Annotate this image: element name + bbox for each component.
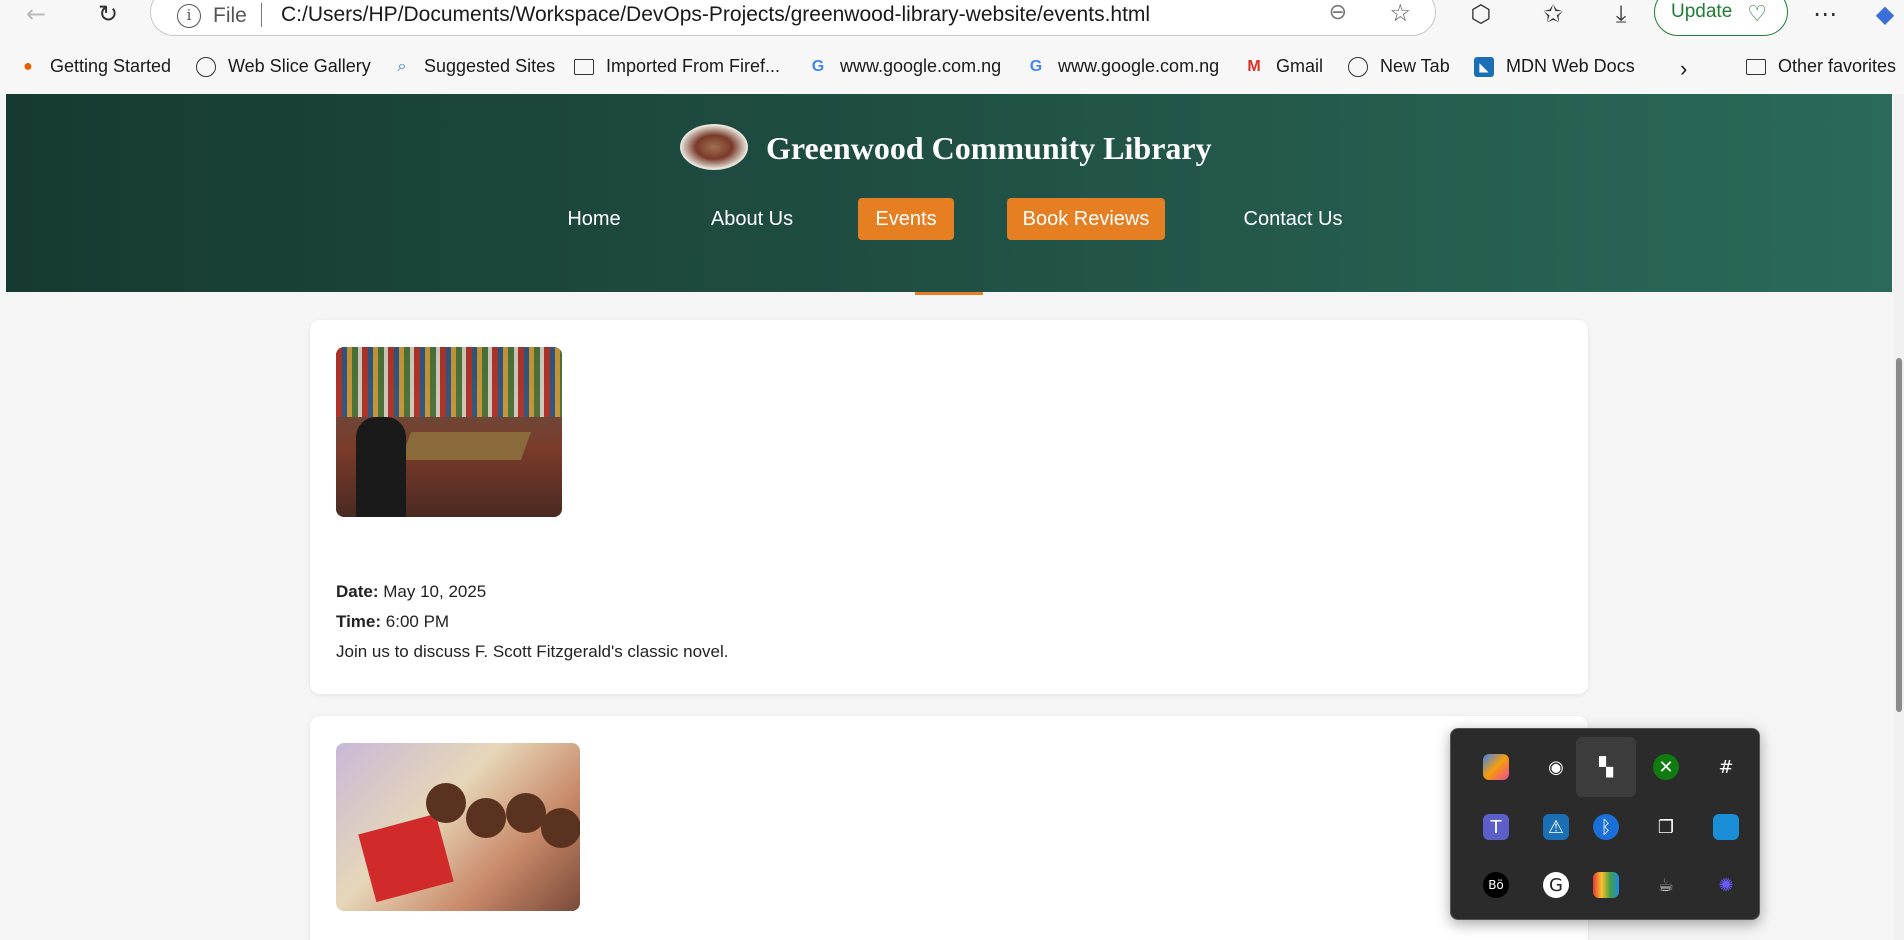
- bookmark-item[interactable]: ● Getting Started: [18, 56, 171, 77]
- bookmark-label: New Tab: [1380, 56, 1450, 76]
- bookmarks-overflow-chevron-icon[interactable]: ›: [1680, 56, 1687, 82]
- nav-link-contact[interactable]: Contact Us: [1228, 198, 1358, 240]
- site-header: Greenwood Community Library Home About U…: [6, 94, 1892, 292]
- date-value: May 10, 2025: [383, 582, 487, 601]
- event-photo-book-club: [336, 347, 562, 517]
- xbox-icon[interactable]: ✕: [1636, 737, 1696, 797]
- bluetooth-icon[interactable]: ᛒ: [1576, 797, 1636, 857]
- bookmark-item[interactable]: Web Slice Gallery: [196, 56, 371, 77]
- bookmark-label: www.google.com.ng: [1058, 56, 1220, 76]
- address-separator: [261, 3, 262, 27]
- bookmark-label: Getting Started: [50, 56, 172, 76]
- slack-icon[interactable]: #: [1696, 737, 1756, 797]
- bookmark-label: Imported From Firef...: [606, 56, 781, 76]
- bookmark-item[interactable]: Gwww.google.com.ng: [1026, 56, 1219, 77]
- event-date: Date: May 10, 2025: [336, 582, 486, 602]
- bookmark-label: MDN Web Docs: [1506, 56, 1635, 76]
- page-scrollbar[interactable]: [1894, 94, 1904, 940]
- time-value: 6:00 PM: [385, 612, 450, 631]
- teams-icon[interactable]: T: [1466, 797, 1526, 857]
- mdn-icon: ◣: [1474, 56, 1494, 77]
- bookmark-label: Web Slice Gallery: [228, 56, 371, 76]
- reload-icon[interactable]: ↻: [94, 0, 122, 28]
- event-time: Time: 6:00 PM: [336, 612, 449, 632]
- address-bar[interactable]: i File C:/Users/HP/Documents/Workspace/D…: [150, 0, 1436, 36]
- favorites-icon[interactable]: ✩: [1538, 0, 1568, 28]
- system-tray-overflow: ◉ ▚ ✕ # T ⚠ ᛒ ❐ Bö G ☕ ✺: [1450, 728, 1760, 920]
- event-description: Join us to discuss F. Scott Fitzgerald's…: [336, 642, 729, 661]
- address-url[interactable]: C:/Users/HP/Documents/Workspace/DevOps-P…: [281, 3, 1150, 27]
- event-card: Date: May 10, 2025 Time: 6:00 PM Join us…: [310, 320, 1588, 694]
- gear-flower-icon[interactable]: ✺: [1696, 855, 1756, 915]
- site-info-icon[interactable]: i: [177, 4, 201, 28]
- google-icon: G: [811, 57, 825, 75]
- palette-app-icon[interactable]: [1576, 855, 1636, 915]
- bookmark-label: www.google.com.ng: [840, 56, 1002, 76]
- event-photo-story-time: [336, 743, 580, 911]
- bookmark-item[interactable]: ◣ MDN Web Docs: [1474, 56, 1635, 77]
- zoom-out-icon[interactable]: ⊖: [1329, 0, 1347, 25]
- globe-icon: [196, 56, 216, 77]
- bookmark-item[interactable]: New Tab: [1348, 56, 1450, 77]
- search-icon: ⌕: [397, 57, 407, 75]
- nav-link-about[interactable]: About Us: [700, 198, 804, 240]
- bookmark-label: Gmail: [1276, 56, 1324, 76]
- browser-toolbar: ← ↻ i File C:/Users/HP/Documents/Workspa…: [0, 0, 1904, 36]
- site-title: Greenwood Community Library: [766, 130, 1212, 166]
- time-label: Time:: [336, 612, 382, 631]
- nav-link-events[interactable]: Events: [858, 198, 954, 240]
- globe-icon: [1348, 56, 1368, 77]
- bookmark-item[interactable]: M Gmail: [1244, 56, 1323, 77]
- bookmark-item[interactable]: ⌕ Suggested Sites: [392, 56, 556, 77]
- scrollbar-thumb[interactable]: [1896, 358, 1902, 712]
- bookmark-item[interactable]: Gwww.google.com.ng: [808, 56, 1001, 77]
- copilot-browser-icon[interactable]: ◆: [1870, 0, 1900, 28]
- date-label: Date:: [336, 582, 379, 601]
- browser-chrome: ← ↻ i File C:/Users/HP/Documents/Workspa…: [0, 0, 1904, 94]
- event-card: [310, 716, 1588, 940]
- bookmark-label: Suggested Sites: [424, 56, 556, 76]
- folder-icon: [1746, 58, 1766, 75]
- back-arrow-icon[interactable]: ←: [22, 0, 50, 28]
- library-logo-image: [680, 124, 748, 170]
- folder-icon: [574, 58, 594, 75]
- app-box-icon[interactable]: [1696, 797, 1756, 857]
- nav-link-book-reviews[interactable]: Book Reviews: [1007, 198, 1165, 240]
- google-icon: G: [1029, 57, 1043, 75]
- update-label: Update: [1671, 1, 1733, 22]
- bookmark-label: Other favorites: [1778, 56, 1897, 76]
- address-scheme: File: [213, 4, 247, 27]
- bookmark-app-icon[interactable]: ▚: [1576, 737, 1636, 797]
- copilot-icon[interactable]: [1466, 737, 1526, 797]
- beats-icon[interactable]: Bö: [1466, 855, 1526, 915]
- more-menu-icon[interactable]: ⋯: [1810, 0, 1840, 28]
- favorite-star-icon[interactable]: ☆: [1389, 0, 1411, 28]
- bookmarks-bar: ● Getting Started Web Slice Gallery ⌕ Sugg…: [0, 52, 1904, 82]
- extensions-icon[interactable]: ⬡: [1466, 0, 1496, 28]
- firefox-icon: ●: [23, 57, 33, 75]
- health-badge-icon: ♡: [1747, 1, 1767, 26]
- gmail-icon: M: [1247, 57, 1261, 75]
- update-button[interactable]: Update ♡: [1654, 0, 1788, 36]
- cup-icon[interactable]: ☕: [1636, 855, 1696, 915]
- active-nav-underline: [915, 292, 983, 295]
- bookmark-item[interactable]: Imported From Firef...: [574, 56, 780, 77]
- nav-link-home[interactable]: Home: [552, 198, 636, 240]
- downloads-icon[interactable]: ⤓: [1606, 0, 1636, 28]
- copy-icon[interactable]: ❐: [1636, 797, 1696, 857]
- bookmark-item[interactable]: Other favorites: [1746, 56, 1896, 77]
